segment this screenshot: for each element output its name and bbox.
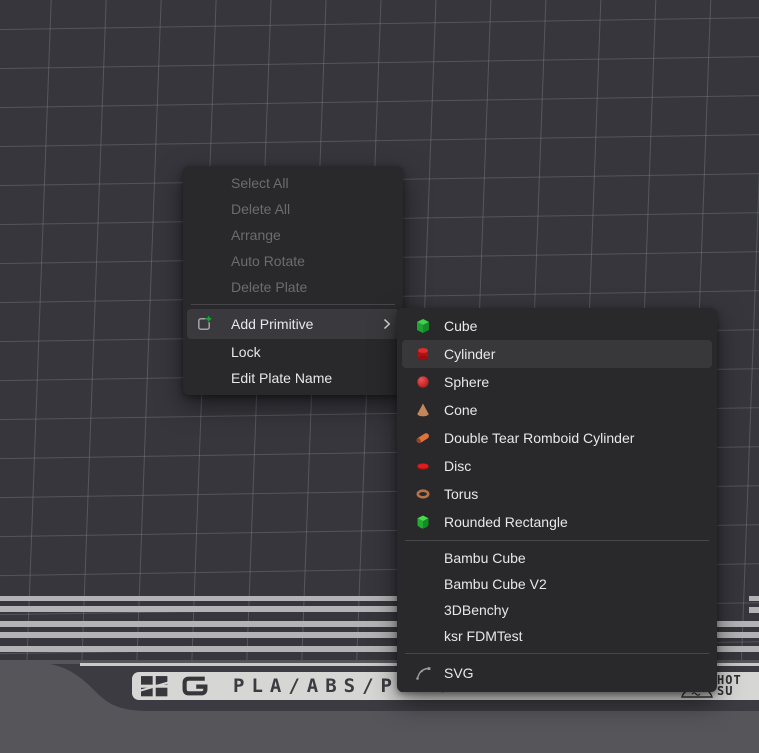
submenu-item-label: Bambu Cube V2 bbox=[444, 576, 547, 592]
menu-item-label: Lock bbox=[231, 344, 261, 360]
bezier-curve-icon bbox=[414, 664, 432, 682]
plate-type-icon bbox=[180, 675, 210, 697]
submenu-item-label: Sphere bbox=[444, 374, 489, 390]
submenu-item-3dbenchy[interactable]: 3DBenchy bbox=[402, 597, 712, 623]
menu-item-select-all: Select All bbox=[183, 170, 403, 196]
plate-warning-text: HOT SU bbox=[717, 675, 742, 697]
viewport-3d[interactable]: PLA/ABS/PETG HOT SU Select All Delete Al… bbox=[0, 0, 759, 753]
menu-item-delete-plate: Delete Plate bbox=[183, 274, 403, 300]
submenu-item-ksr-fdmtest[interactable]: ksr FDMTest bbox=[402, 623, 712, 649]
plate-context-menu: Select All Delete All Arrange Auto Rotat… bbox=[183, 166, 403, 395]
submenu-item-label: Double Tear Romboid Cylinder bbox=[444, 430, 634, 446]
submenu-item-label: Torus bbox=[444, 486, 478, 502]
plate-stripe bbox=[749, 596, 759, 601]
bambu-logo-icon bbox=[141, 676, 168, 697]
menu-item-label: Auto Rotate bbox=[231, 253, 305, 269]
submenu-item-label: Bambu Cube bbox=[444, 550, 526, 566]
submenu-item-cube[interactable]: Cube bbox=[402, 312, 712, 340]
submenu-item-svg[interactable]: SVG bbox=[402, 658, 712, 688]
menu-item-delete-all: Delete All bbox=[183, 196, 403, 222]
menu-item-label: Delete All bbox=[231, 201, 290, 217]
menu-item-label: Arrange bbox=[231, 227, 281, 243]
plate-stripe bbox=[0, 596, 450, 601]
submenu-item-double-tear-romboid-cylinder[interactable]: Double Tear Romboid Cylinder bbox=[402, 424, 712, 452]
torus-icon bbox=[414, 485, 432, 503]
submenu-item-disc[interactable]: Disc bbox=[402, 452, 712, 480]
cylinder-icon bbox=[414, 345, 432, 363]
submenu-item-cone[interactable]: Cone bbox=[402, 396, 712, 424]
plate-warning-line2: SU bbox=[717, 686, 742, 697]
menu-item-auto-rotate: Auto Rotate bbox=[183, 248, 403, 274]
double-tear-romboid-cylinder-icon bbox=[414, 429, 432, 447]
submenu-item-label: 3DBenchy bbox=[444, 602, 509, 618]
submenu-item-label: Cube bbox=[444, 318, 477, 334]
cone-icon bbox=[414, 401, 432, 419]
submenu-item-label: Disc bbox=[444, 458, 471, 474]
menu-item-arrange: Arrange bbox=[183, 222, 403, 248]
submenu-arrow-icon bbox=[383, 318, 391, 330]
menu-item-label: Select All bbox=[231, 175, 289, 191]
add-primitive-submenu: Cube Cylinder Sphere bbox=[397, 308, 717, 692]
submenu-item-label: SVG bbox=[444, 665, 474, 681]
menu-item-add-primitive[interactable]: Add Primitive bbox=[187, 309, 399, 339]
submenu-item-rounded-rectangle[interactable]: Rounded Rectangle bbox=[402, 508, 712, 536]
submenu-separator bbox=[405, 540, 709, 541]
menu-item-label: Edit Plate Name bbox=[231, 370, 332, 386]
disc-icon bbox=[414, 457, 432, 475]
submenu-item-sphere[interactable]: Sphere bbox=[402, 368, 712, 396]
plate-stripe bbox=[0, 606, 450, 612]
menu-separator bbox=[191, 304, 395, 305]
submenu-item-bambu-cube[interactable]: Bambu Cube bbox=[402, 545, 712, 571]
submenu-separator bbox=[405, 653, 709, 654]
menu-item-edit-plate-name[interactable]: Edit Plate Name bbox=[183, 365, 403, 391]
cube-icon bbox=[414, 317, 432, 335]
submenu-item-label: Cone bbox=[444, 402, 477, 418]
submenu-item-label: Rounded Rectangle bbox=[444, 514, 568, 530]
submenu-item-label: Cylinder bbox=[444, 346, 495, 362]
submenu-item-torus[interactable]: Torus bbox=[402, 480, 712, 508]
menu-item-label: Delete Plate bbox=[231, 279, 307, 295]
submenu-item-label: ksr FDMTest bbox=[444, 628, 523, 644]
sphere-icon bbox=[414, 373, 432, 391]
plate-stripe bbox=[749, 607, 759, 613]
add-primitive-icon bbox=[195, 315, 213, 333]
submenu-item-cylinder[interactable]: Cylinder bbox=[402, 340, 712, 368]
submenu-item-bambu-cube-v2[interactable]: Bambu Cube V2 bbox=[402, 571, 712, 597]
menu-item-lock[interactable]: Lock bbox=[183, 339, 403, 365]
menu-item-label: Add Primitive bbox=[231, 316, 313, 332]
rounded-rectangle-icon bbox=[414, 513, 432, 531]
